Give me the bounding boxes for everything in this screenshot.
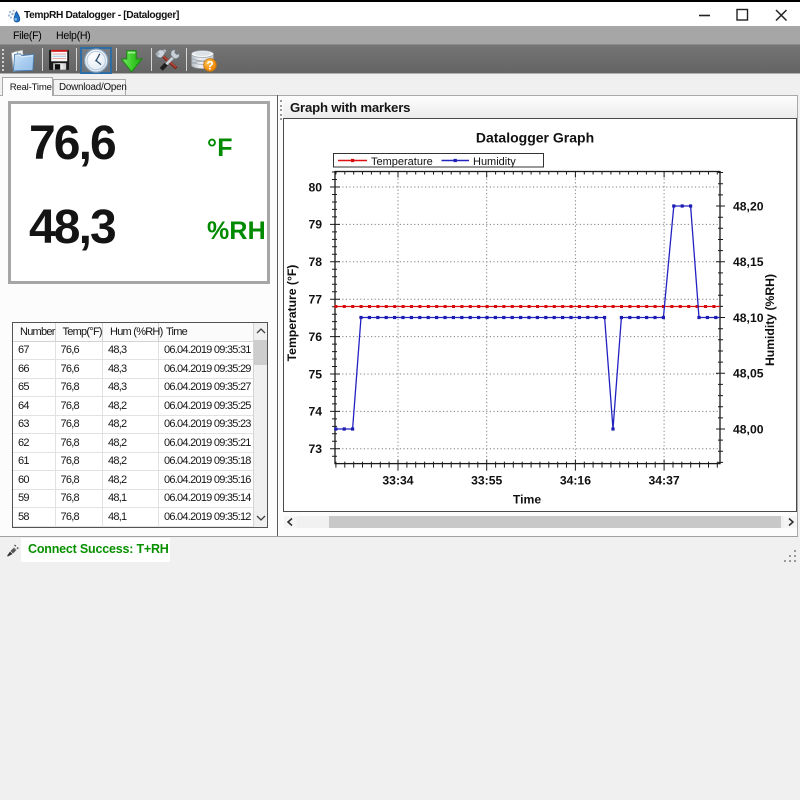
svg-text:78: 78 <box>308 255 322 269</box>
svg-text:Humidity (%RH): Humidity (%RH) <box>763 274 777 366</box>
svg-text:48,20: 48,20 <box>733 199 764 213</box>
svg-text:75: 75 <box>308 367 322 381</box>
svg-text:Time: Time <box>513 493 541 507</box>
svg-text:Humidity: Humidity <box>473 156 516 168</box>
svg-text:?: ? <box>206 58 213 72</box>
svg-text:48,05: 48,05 <box>733 367 764 381</box>
svg-text:34:16: 34:16 <box>560 474 591 488</box>
svg-text:Temperature (°F): Temperature (°F) <box>285 265 299 362</box>
svg-text:33:34: 33:34 <box>382 474 413 488</box>
svg-text:76: 76 <box>308 330 322 344</box>
svg-text:80: 80 <box>308 180 322 194</box>
svg-text:74: 74 <box>308 405 322 419</box>
svg-text:73: 73 <box>308 442 322 456</box>
svg-text:48,10: 48,10 <box>733 311 764 325</box>
svg-text:34:37: 34:37 <box>649 474 680 488</box>
svg-text:33:55: 33:55 <box>471 474 502 488</box>
svg-text:48,15: 48,15 <box>733 255 764 269</box>
svg-text:48,00: 48,00 <box>733 422 764 436</box>
svg-text:77: 77 <box>308 293 322 307</box>
svg-text:79: 79 <box>308 218 322 232</box>
svg-text:Temperature: Temperature <box>371 156 433 168</box>
svg-text:Datalogger Graph: Datalogger Graph <box>476 130 594 146</box>
